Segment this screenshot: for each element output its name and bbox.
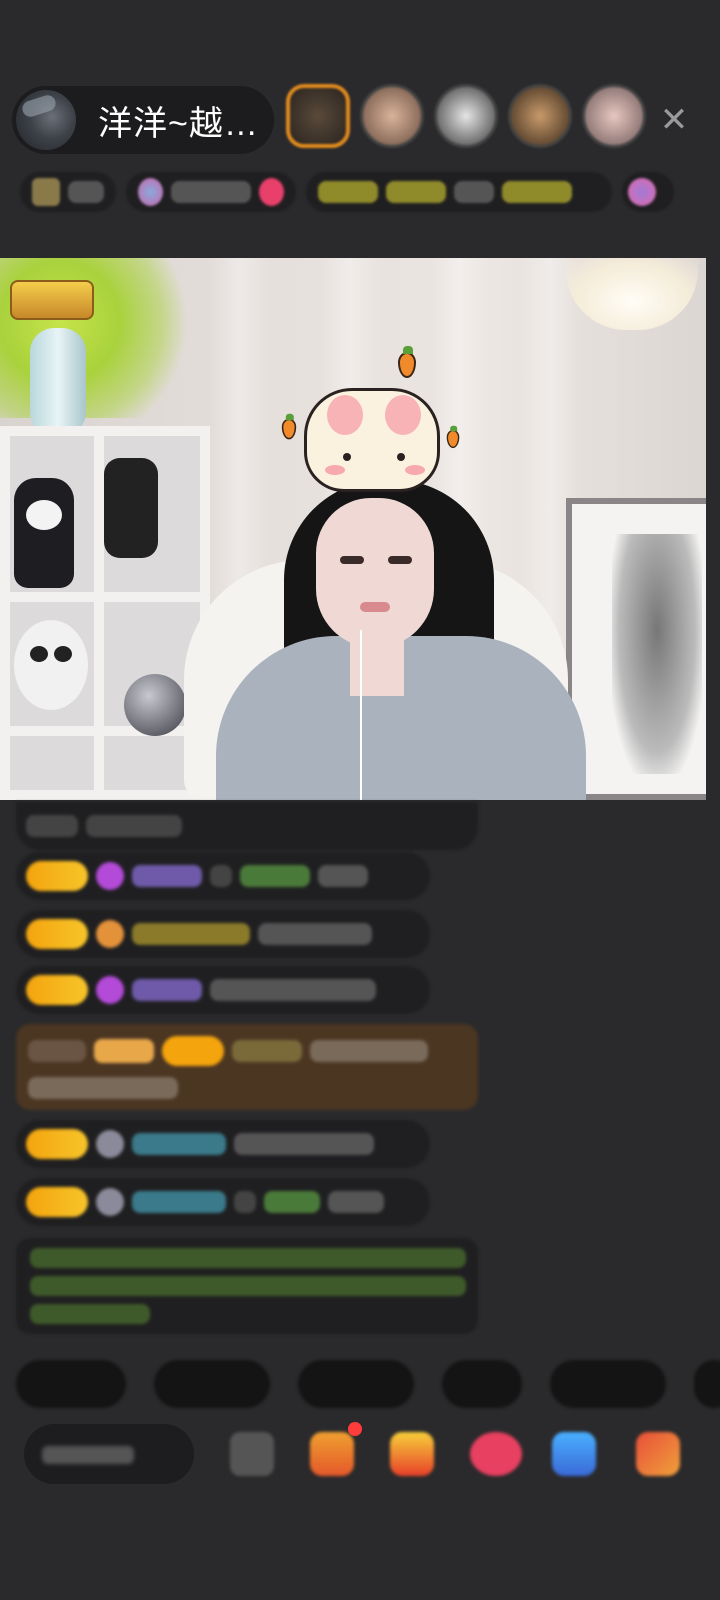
bunny-sticker [304,388,440,492]
bottom-bar [0,1420,720,1490]
notification-dot [348,1422,362,1436]
quick-reply-chip[interactable] [442,1360,522,1408]
chat-message[interactable] [16,852,430,900]
viewer-avatar[interactable] [582,84,646,148]
chat-list[interactable] [0,800,720,1346]
close-icon[interactable]: ✕ [654,100,694,140]
lamp [566,258,698,330]
viewer-avatar[interactable] [360,84,424,148]
carrot-sticker [281,413,297,440]
toy-figure [14,478,74,588]
info-chip[interactable] [306,172,612,212]
game-icon[interactable] [552,1432,596,1476]
info-chip[interactable] [622,172,674,212]
chat-message[interactable] [16,910,430,958]
viewer-avatar[interactable] [434,84,498,148]
carrot-sticker [398,346,416,378]
level-badge [26,919,88,949]
top-viewers [286,84,646,148]
heart-icon[interactable] [470,1432,522,1476]
stream-info-row [20,168,690,216]
live-stream-screen: 洋洋~越… ✕ [0,0,720,1600]
stream-logo-badge[interactable] [10,280,94,320]
streamer-face [316,498,434,648]
decor-ball [124,674,186,736]
fries-icon[interactable] [390,1432,434,1476]
host-profile-pill[interactable]: 洋洋~越… [12,86,274,154]
quick-reply-row [16,1360,720,1408]
level-badge [26,861,88,891]
level-badge [162,1035,224,1066]
quick-reply-chip[interactable] [154,1360,270,1408]
wall-art [566,498,706,800]
chat-message[interactable] [16,1178,430,1226]
info-chip[interactable] [20,172,116,212]
host-avatar[interactable] [14,88,78,152]
toy-panda [14,620,88,710]
host-name[interactable]: 洋洋~越… [98,96,259,145]
system-notice [16,1238,478,1334]
grid-icon[interactable] [636,1432,680,1476]
level-badge [26,975,88,1005]
gift-box-icon[interactable] [310,1432,354,1476]
vase [30,328,86,436]
chat-message[interactable] [16,802,478,850]
quick-reply-chip[interactable] [298,1360,414,1408]
quick-reply-chip[interactable] [550,1360,666,1408]
chat-banner-message[interactable] [16,1024,478,1110]
live-video[interactable] [0,258,706,800]
quick-reply-chip[interactable] [694,1360,720,1408]
level-badge [26,1187,88,1217]
viewer-avatar[interactable] [508,84,572,148]
viewer-avatar[interactable] [286,84,350,148]
earphone-cable [360,630,362,800]
level-badge [26,1129,88,1159]
quick-reply-chip[interactable] [16,1360,126,1408]
chat-message[interactable] [16,1120,430,1168]
comment-input[interactable] [24,1424,194,1484]
toy-figure [104,458,158,558]
info-chip[interactable] [126,172,296,212]
chat-message[interactable] [16,966,430,1014]
emoji-icon[interactable] [230,1432,274,1476]
